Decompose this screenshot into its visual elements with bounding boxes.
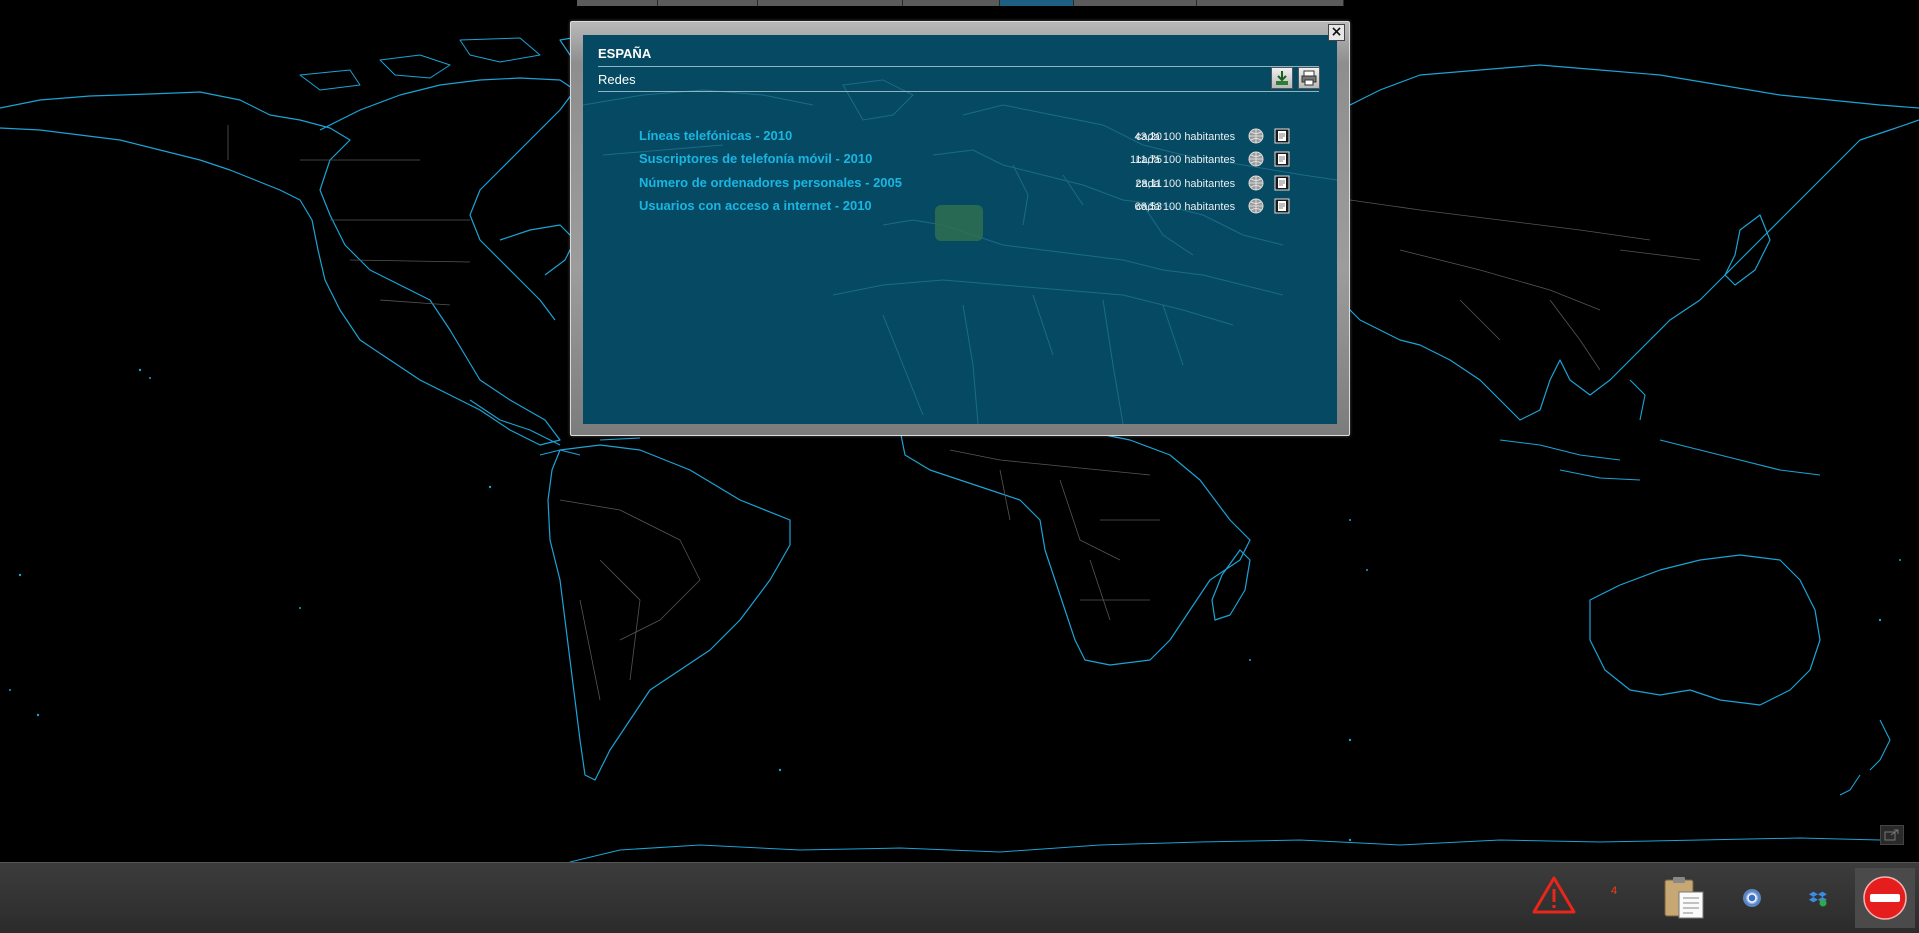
- globe-icon[interactable]: [1248, 128, 1264, 144]
- share-icon: [1884, 829, 1899, 841]
- document-icon[interactable]: [1274, 198, 1290, 214]
- tab-1[interactable]: [577, 0, 658, 6]
- indicator-link[interactable]: Líneas telefónicas - 2010: [639, 128, 792, 143]
- warning-icon[interactable]: [1532, 875, 1576, 915]
- globe-icon[interactable]: [1248, 175, 1264, 191]
- chrome-icon[interactable]: [1742, 888, 1762, 908]
- tab-6[interactable]: [1074, 0, 1197, 6]
- close-button[interactable]: ×: [1328, 24, 1345, 41]
- dropbox-icon[interactable]: [1808, 888, 1828, 908]
- indicator-row: Usuarios con acceso a internet - 2010 66…: [639, 198, 1299, 218]
- clipboard-icon[interactable]: [1663, 876, 1707, 920]
- asia-coast: [1319, 64, 1919, 421]
- document-icon[interactable]: [1274, 128, 1290, 144]
- dialog-panel: [583, 35, 1337, 424]
- australia-coast: [1589, 554, 1821, 706]
- share-button[interactable]: [1880, 825, 1904, 845]
- warning-count: 4: [1611, 885, 1618, 897]
- africa-coast: [899, 414, 1251, 666]
- indicator-unit: cada 100 habitantes: [1136, 201, 1236, 213]
- download-button[interactable]: [1271, 67, 1293, 89]
- country-title: ESPAÑA: [598, 46, 652, 61]
- indicator-unit: cada 100 habitantes: [1136, 154, 1236, 166]
- south-america-coast: [547, 444, 791, 781]
- download-icon: [1276, 71, 1288, 85]
- globe-icon[interactable]: [1248, 198, 1264, 214]
- indicator-link[interactable]: Número de ordenadores personales - 2005: [639, 175, 902, 190]
- divider: [598, 66, 1319, 67]
- globe-icon[interactable]: [1248, 151, 1264, 167]
- tab-2[interactable]: [658, 0, 758, 6]
- indicator-unit: cada 100 habitantes: [1136, 178, 1236, 190]
- document-icon[interactable]: [1274, 151, 1290, 167]
- indicator-link[interactable]: Usuarios con acceso a internet - 2010: [639, 198, 872, 213]
- top-tab-strip: [577, 0, 1344, 6]
- tab-3[interactable]: [758, 0, 903, 6]
- tab-5-active[interactable]: [1000, 0, 1074, 6]
- stop-button[interactable]: [1855, 868, 1915, 928]
- printer-icon: [1301, 70, 1317, 86]
- indicator-unit: cada 100 habitantes: [1136, 131, 1236, 143]
- indicator-row: Líneas telefónicas - 2010 43,20 cada 100…: [639, 128, 1299, 148]
- document-icon[interactable]: [1274, 175, 1290, 191]
- section-title: Redes: [598, 72, 636, 87]
- print-button[interactable]: [1298, 67, 1320, 89]
- panel-map-background: [583, 35, 1337, 424]
- tab-7[interactable]: [1197, 0, 1344, 6]
- indicator-row: Número de ordenadores personales - 2005 …: [639, 175, 1299, 195]
- divider: [598, 91, 1319, 92]
- indicator-row: Suscriptores de telefonía móvil - 2010 1…: [639, 151, 1299, 171]
- indicator-link[interactable]: Suscriptores de telefonía móvil - 2010: [639, 151, 872, 166]
- no-entry-icon: [1863, 876, 1907, 920]
- tab-4[interactable]: [903, 0, 1000, 6]
- taskbar: [0, 862, 1919, 933]
- north-america-coast: [0, 91, 561, 446]
